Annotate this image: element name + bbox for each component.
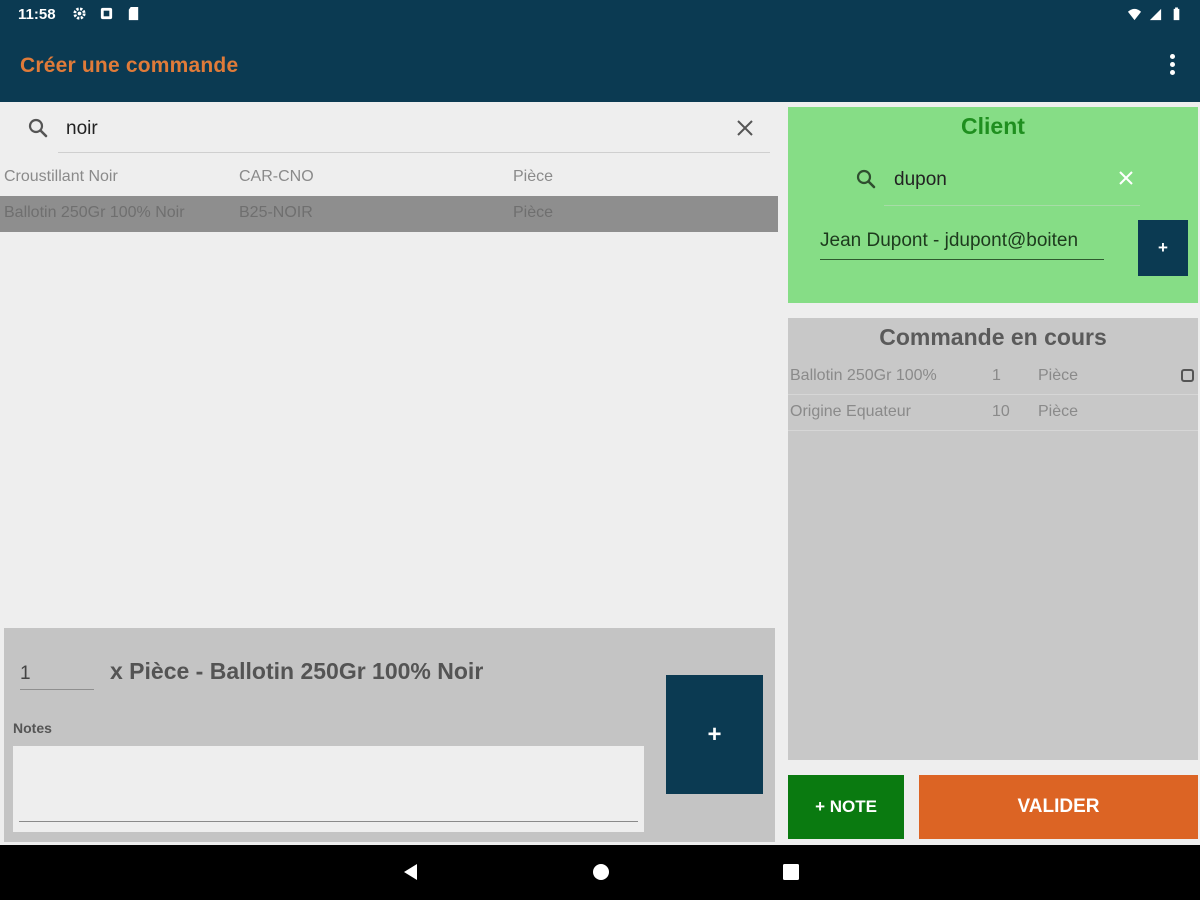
navigation-bar [0, 845, 1200, 900]
close-icon[interactable] [1116, 168, 1136, 188]
delete-line-icon[interactable] [1181, 369, 1194, 382]
search-icon [28, 118, 48, 138]
client-search-input[interactable] [894, 165, 1104, 195]
product-unit: Pièce [513, 204, 554, 221]
product-row-selected[interactable]: Ballotin 250Gr 100% Noir B25-NOIR Pièce [0, 196, 778, 232]
order-line-name: Ballotin 250Gr 100% [790, 367, 937, 384]
page-title: Créer une commande [20, 54, 239, 77]
sd-card-icon [128, 6, 139, 21]
battery-icon [1173, 7, 1180, 21]
product-code: CAR-CNO [239, 168, 314, 185]
notes-underline [19, 821, 638, 822]
order-divider [788, 430, 1198, 431]
order-line[interactable]: Ballotin 250Gr 100% 1 Pièce [788, 358, 1198, 394]
product-list: Croustillant Noir CAR-CNO Pièce Ballotin… [0, 160, 778, 232]
wifi-icon [1127, 8, 1142, 21]
search-icon [856, 169, 876, 189]
order-line[interactable]: Origine Equateur 10 Pièce [788, 394, 1198, 430]
client-search-underline [884, 205, 1140, 206]
add-note-button[interactable]: + NOTE [788, 775, 904, 839]
status-bar: 11:58 [0, 0, 1200, 30]
product-name: Croustillant Noir [4, 168, 118, 185]
app-bar: Créer une commande [0, 30, 1200, 102]
order-line-qty: 1 [992, 367, 1001, 384]
notes-field[interactable] [13, 746, 644, 832]
product-row[interactable]: Croustillant Noir CAR-CNO Pièce [0, 160, 778, 196]
order-line-qty: 10 [992, 403, 1010, 420]
validate-button[interactable]: VALIDER [919, 775, 1198, 839]
product-name: Ballotin 250Gr 100% Noir [4, 204, 185, 221]
order-line-unit: Pièce [1038, 367, 1079, 384]
add-client-button[interactable]: + [1138, 220, 1188, 276]
gear-icon [73, 7, 86, 20]
order-panel: Commande en cours Ballotin 250Gr 100% 1 … [788, 318, 1198, 760]
add-line-button[interactable]: + [666, 675, 763, 794]
client-dropdown[interactable]: Jean Dupont - jdupont@boiten [820, 230, 1104, 260]
product-code: B25-NOIR [239, 204, 313, 221]
overflow-menu-icon[interactable] [1166, 54, 1178, 78]
add-summary: x Pièce - Ballotin 250Gr 100% Noir [110, 658, 484, 684]
product-unit: Pièce [513, 168, 554, 185]
recents-icon[interactable] [782, 863, 800, 881]
notification-icon [100, 7, 113, 20]
add-product-panel: x Pièce - Ballotin 250Gr 100% Noir Notes… [4, 628, 775, 842]
client-panel: Client Jean Dupont - jdupont@boiten + [788, 107, 1198, 303]
status-time: 11:58 [18, 6, 56, 23]
order-line-unit: Pièce [1038, 403, 1079, 420]
order-line-name: Origine Equateur [790, 403, 911, 420]
notes-label: Notes [13, 720, 52, 736]
order-title: Commande en cours [879, 324, 1107, 350]
home-icon[interactable] [592, 863, 610, 881]
close-icon[interactable] [734, 117, 756, 139]
client-title: Client [961, 113, 1025, 139]
quantity-input[interactable] [20, 658, 94, 690]
status-icons-left [72, 6, 141, 21]
status-icons-right [1127, 7, 1184, 22]
back-icon[interactable] [402, 863, 420, 881]
product-search-bar [0, 104, 780, 156]
search-underline [58, 152, 770, 153]
signal-icon [1149, 8, 1162, 21]
product-search-input[interactable] [66, 114, 706, 144]
